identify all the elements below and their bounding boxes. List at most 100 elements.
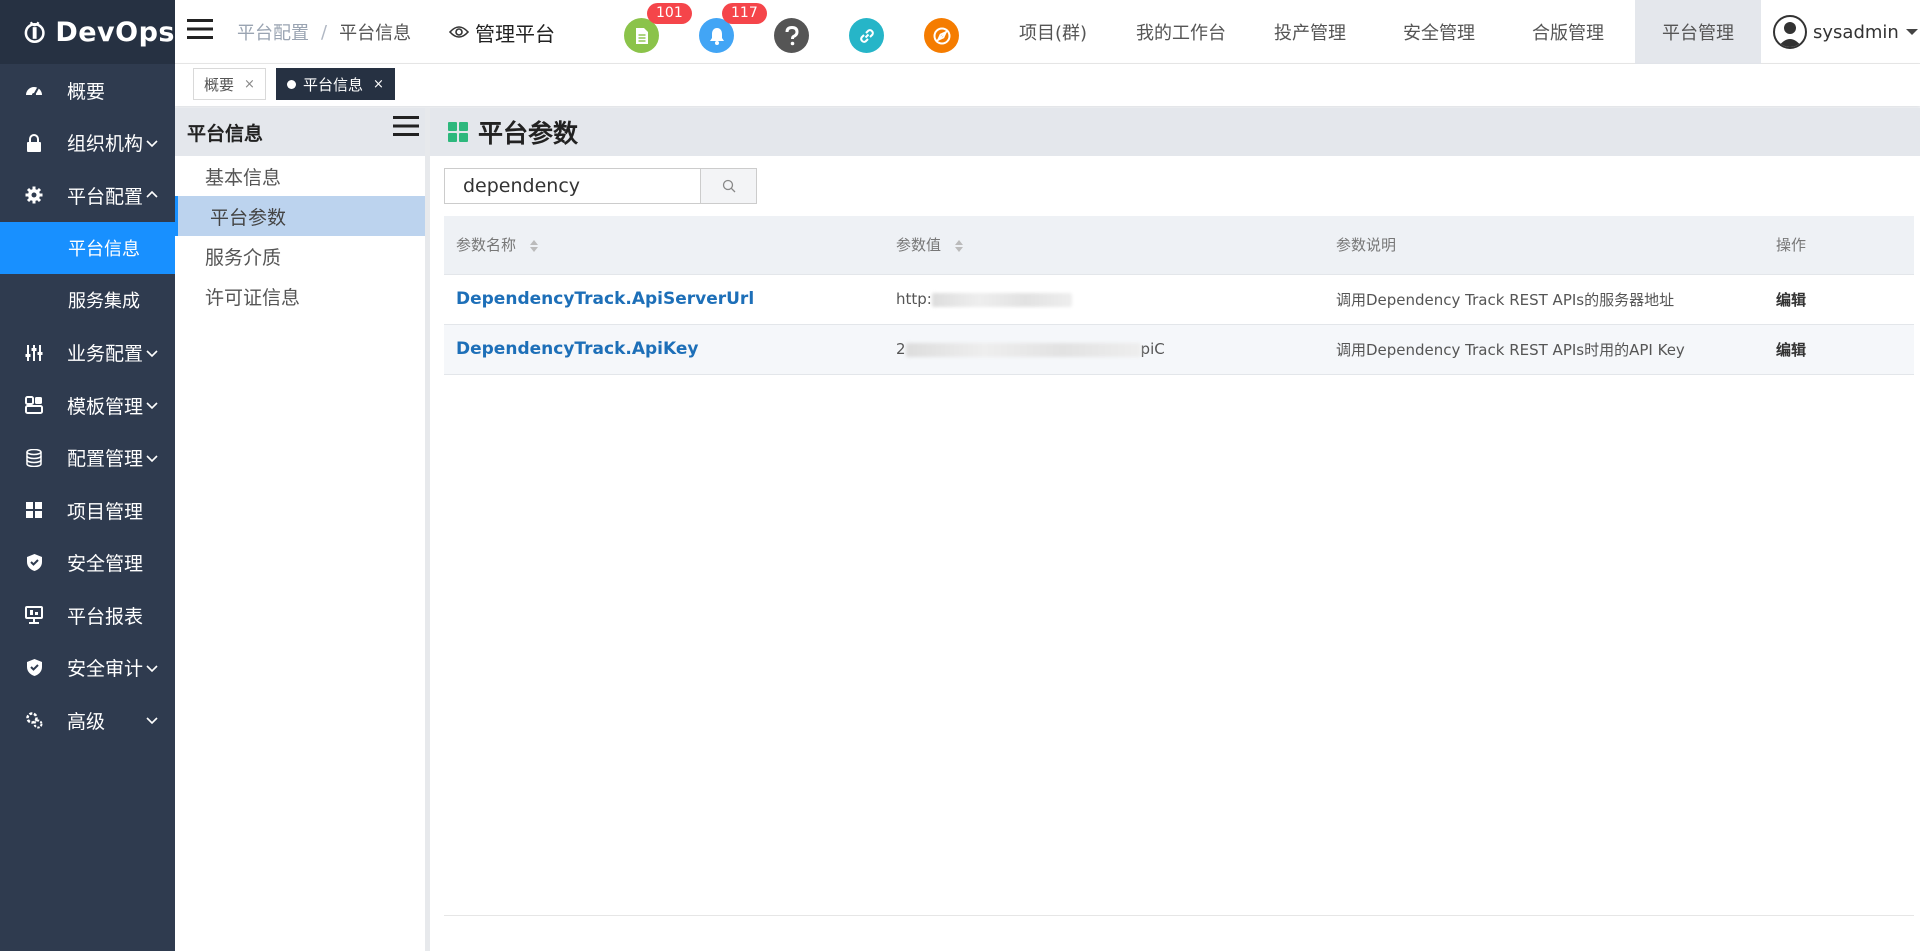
sidebar-item-overview[interactable]: 概要 xyxy=(0,64,175,117)
link-button[interactable] xyxy=(849,18,884,53)
notification-button[interactable]: 117 xyxy=(699,3,767,53)
chevron-down-icon xyxy=(146,350,158,357)
breadcrumb-separator: / xyxy=(321,21,328,43)
chevron-down-icon xyxy=(146,717,158,725)
compass-button[interactable] xyxy=(924,18,959,53)
column-header-value[interactable]: 参数值 xyxy=(884,216,1324,275)
link-icon xyxy=(859,28,874,43)
search-icon xyxy=(722,179,735,193)
column-header-name[interactable]: 参数名称 xyxy=(444,216,884,275)
topmenu-merge-management[interactable]: 合版管理 xyxy=(1532,0,1604,64)
content-header: 平台参数 xyxy=(430,108,1920,156)
sidebar-item-security-audit[interactable]: 安全审计 xyxy=(0,642,175,695)
edit-button[interactable]: 编辑 xyxy=(1776,291,1806,309)
search-input[interactable] xyxy=(444,168,701,204)
param-name-link[interactable]: DependencyTrack.ApiServerUrl xyxy=(456,289,754,309)
breadcrumb-parent[interactable]: 平台配置 xyxy=(237,19,309,45)
sort-icon[interactable] xyxy=(529,239,539,253)
divider xyxy=(444,915,1914,916)
sidebar-toggle-icon[interactable] xyxy=(187,18,213,40)
sidebar-item-platform-reports[interactable]: 平台报表 xyxy=(0,589,175,642)
params-table: 参数名称 参数值 参数说明 操作 DependencyTrack.ApiServ… xyxy=(444,216,1914,375)
submenu-item-label: 服务介质 xyxy=(205,246,282,269)
help-button[interactable] xyxy=(774,18,809,53)
topmenu-label: 安全管理 xyxy=(1403,23,1475,44)
template-icon xyxy=(24,395,44,415)
column-header-action: 操作 xyxy=(1764,216,1914,275)
chevron-down-icon xyxy=(146,140,158,147)
sidebar-item-service-integration[interactable]: 服务集成 xyxy=(0,274,175,327)
sort-icon[interactable] xyxy=(954,239,964,253)
sidebar-item-template-management[interactable]: 模板管理 xyxy=(0,379,175,432)
menu-icon[interactable] xyxy=(393,115,419,137)
chevron-down-icon xyxy=(146,455,158,462)
submenu-item-basic-info[interactable]: 基本信息 xyxy=(175,156,425,196)
topmenu-label: 合版管理 xyxy=(1532,23,1604,44)
main-content: 平台参数 参数名称 参数值 参数说明 操作 xyxy=(430,108,1920,951)
tab-platform-info[interactable]: 平台信息 × xyxy=(276,68,395,100)
bell-icon xyxy=(709,27,724,45)
todo-button[interactable]: 101 xyxy=(624,3,692,53)
sidebar-item-label: 安全审计 xyxy=(67,658,144,681)
column-header-label: 参数说明 xyxy=(1336,236,1397,255)
topmenu-label: 投产管理 xyxy=(1274,23,1346,44)
submenu-item-label: 基本信息 xyxy=(205,166,282,189)
app-logo[interactable]: DevOps xyxy=(0,0,175,64)
sidebar-item-platform-info[interactable]: 平台信息 xyxy=(0,221,175,274)
active-dot-icon xyxy=(287,79,296,89)
tab-label: 概要 xyxy=(204,75,235,94)
table-header-row: 参数名称 参数值 参数说明 操作 xyxy=(444,216,1914,275)
tab-overview[interactable]: 概要 × xyxy=(193,68,266,100)
sidebar-item-security-management[interactable]: 安全管理 xyxy=(0,537,175,590)
sidebar-item-project-management[interactable]: 项目管理 xyxy=(0,484,175,537)
sidebar-item-business-config[interactable]: 业务配置 xyxy=(0,327,175,380)
topmenu-my-workbench[interactable]: 我的工作台 xyxy=(1136,0,1226,64)
sidebar-item-label: 业务配置 xyxy=(67,343,144,366)
monitor-icon xyxy=(24,605,44,625)
secondary-menu-header: 平台信息 xyxy=(175,108,425,156)
topmenu-security-management[interactable]: 安全管理 xyxy=(1403,0,1475,64)
audit-shield-icon xyxy=(24,658,44,678)
topmenu-platform-management[interactable]: 平台管理 xyxy=(1635,0,1761,64)
sidebar-item-label: 平台信息 xyxy=(68,238,140,260)
edit-button[interactable]: 编辑 xyxy=(1776,341,1806,359)
sidebar-item-label: 模板管理 xyxy=(67,395,144,418)
topmenu-project-group[interactable]: 项目(群) xyxy=(1019,0,1087,64)
sidebar-item-advanced[interactable]: 高级 xyxy=(0,694,175,747)
sidebar-item-label: 服务集成 xyxy=(68,291,140,313)
chevron-down-icon xyxy=(146,402,158,410)
user-menu[interactable]: sysadmin xyxy=(1773,0,1919,64)
param-value-prefix: 2 xyxy=(896,340,906,358)
topmenu-label: 项目(群) xyxy=(1019,23,1088,44)
submenu-item-service-media[interactable]: 服务介质 xyxy=(175,236,425,276)
sidebar-item-organization[interactable]: 组织机构 xyxy=(0,117,175,170)
tab-close-icon[interactable]: × xyxy=(373,77,384,92)
table-row: DependencyTrack.ApiServerUrl http: 调用Dep… xyxy=(444,274,1914,325)
column-header-label: 参数值 xyxy=(896,236,942,255)
user-avatar-icon xyxy=(1773,15,1807,49)
app-name: DevOps xyxy=(55,16,175,48)
page-title: 平台参数 xyxy=(478,119,579,148)
sidebar-item-platform-config[interactable]: 平台配置 xyxy=(0,169,175,222)
eye-icon xyxy=(449,26,469,38)
topmenu-label: 我的工作台 xyxy=(1136,23,1226,44)
advanced-gear-icon xyxy=(24,710,44,730)
management-platform-link[interactable]: 管理平台 xyxy=(449,0,555,64)
topmenu-label: 平台管理 xyxy=(1662,23,1734,44)
submenu-item-label: 平台参数 xyxy=(210,206,287,229)
chevron-down-icon xyxy=(146,665,158,672)
compass-icon xyxy=(933,27,950,44)
sidebar-item-label: 安全管理 xyxy=(67,553,144,576)
redacted-value xyxy=(931,292,1072,307)
breadcrumb: 平台配置 / 平台信息 xyxy=(237,0,411,64)
breadcrumb-current: 平台信息 xyxy=(339,23,412,44)
submenu-item-platform-params[interactable]: 平台参数 xyxy=(175,196,425,236)
sidebar-item-config-management[interactable]: 配置管理 xyxy=(0,432,175,485)
param-name-link[interactable]: DependencyTrack.ApiKey xyxy=(456,339,698,359)
tab-close-icon[interactable]: × xyxy=(244,77,255,92)
search-button[interactable] xyxy=(701,168,757,204)
topmenu-release-management[interactable]: 投产管理 xyxy=(1274,0,1346,64)
sidebar-item-label: 组织机构 xyxy=(67,133,144,156)
submenu-item-license-info[interactable]: 许可证信息 xyxy=(175,276,425,316)
sliders-icon xyxy=(24,343,44,363)
